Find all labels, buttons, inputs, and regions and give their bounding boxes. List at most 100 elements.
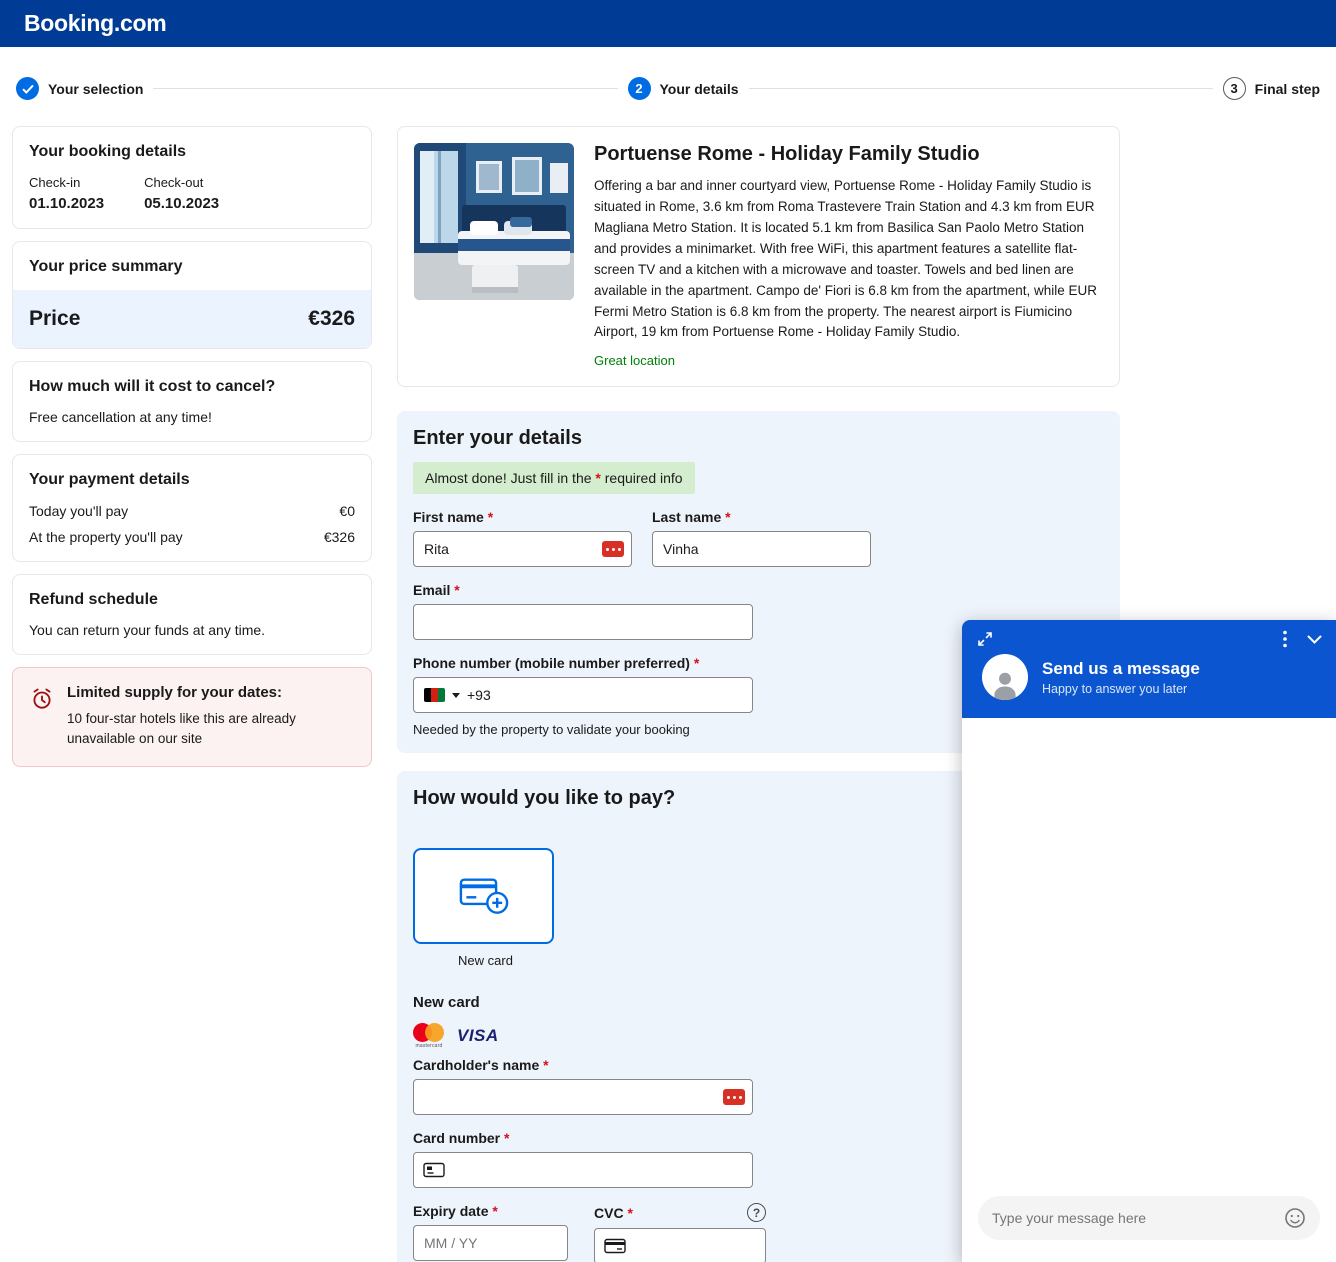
cvc-label-row: CVC * ? [594,1203,766,1222]
expiry-date-input[interactable] [413,1225,568,1261]
new-card-option[interactable] [413,848,554,944]
cvc-input-wrap [594,1228,766,1262]
stepper-divider [153,88,617,89]
expiry-field: Expiry date * [413,1203,568,1262]
price-label: Price [29,307,80,331]
banner-text-prefix: Almost done! Just fill in the [425,470,595,486]
required-star: * [504,1130,509,1146]
step-2-label: Your details [660,81,739,97]
autofill-icon[interactable] [723,1089,745,1105]
step-1-label: Your selection [48,81,143,97]
emoji-icon[interactable] [1284,1207,1306,1229]
property-title: Portuense Rome - Holiday Family Studio [594,143,1103,166]
payment-rows: Today you'll pay €0 At the property you'… [29,503,355,545]
property-pay-label: At the property you'll pay [29,529,183,545]
last-name-label-text: Last name [652,509,721,525]
chat-header-main: Send us a message Happy to answer you la… [976,654,1322,700]
cancellation-card: How much will it cost to cancel? Free ca… [12,361,372,442]
last-name-input[interactable] [652,531,871,567]
phone-label-text: Phone number (mobile number preferred) [413,655,690,671]
property-card: Portuense Rome - Holiday Family Studio O… [397,126,1120,387]
name-fields-row: First name * Last name * [413,494,1104,567]
required-star: * [488,509,493,525]
step-3-label: Final step [1255,81,1320,97]
first-name-label-text: First name [413,509,484,525]
required-star: * [725,509,730,525]
cvc-help-icon[interactable]: ? [747,1203,766,1222]
limited-supply-content: Limited supply for your dates: 10 four-s… [67,684,312,750]
cvc-field: CVC * ? [594,1203,766,1262]
property-pay-value: €326 [324,529,355,545]
checkout-stepper: Your selection 2 Your details 3 Final st… [0,47,1336,100]
first-name-input[interactable] [413,531,632,567]
chat-header-controls [976,630,1322,648]
enter-details-title: Enter your details [413,427,1104,450]
step-3-number: 3 [1223,77,1246,100]
chat-widget: Send us a message Happy to answer you la… [962,620,1336,1262]
property-info: Portuense Rome - Holiday Family Studio O… [594,143,1103,370]
step-your-details[interactable]: 2 Your details [628,77,739,100]
limited-supply-card: Limited supply for your dates: 10 four-s… [12,667,372,767]
email-field: Email * [413,582,753,640]
great-location-link[interactable]: Great location [594,353,675,368]
booking-logo[interactable]: Booking.com [24,10,166,37]
chat-subtitle: Happy to answer you later [1042,682,1200,696]
first-name-label: First name * [413,509,632,525]
card-number-field: Card number * [413,1130,753,1188]
email-input[interactable] [413,604,753,640]
property-photo[interactable] [414,143,574,300]
limited-supply-text: 10 four-star hotels like this are alread… [67,709,312,750]
first-name-field: First name * [413,509,632,567]
visa-icon: VISA [457,1026,499,1046]
required-star: * [454,582,459,598]
price-value: €326 [308,307,355,331]
chat-message-input[interactable] [992,1210,1276,1226]
price-summary-title: Your price summary [29,258,355,276]
stepper-divider [749,88,1213,89]
card-number-label-text: Card number [413,1130,500,1146]
cardholder-input-wrap [413,1079,753,1115]
checkin-block: Check-in 01.10.2023 [29,175,104,212]
card-number-input[interactable] [413,1152,753,1188]
mastercard-label: mastercard [415,1043,442,1049]
phone-input[interactable]: +93 [413,677,753,713]
required-star: * [627,1205,632,1221]
cardholder-label-text: Cardholder's name [413,1057,539,1073]
last-name-label: Last name * [652,509,871,525]
price-row: Price €326 [13,290,371,348]
required-star: * [694,655,699,671]
email-label: Email * [413,582,753,598]
email-label-text: Email [413,582,450,598]
card-number-input-wrap [413,1152,753,1188]
property-description: Offering a bar and inner courtyard view,… [594,176,1103,343]
booking-dates: Check-in 01.10.2023 Check-out 05.10.2023 [29,175,355,212]
refund-schedule-title: Refund schedule [29,591,355,609]
checkout-date: 05.10.2023 [144,195,219,212]
chat-expand-icon[interactable] [976,630,994,648]
cvc-label-text: CVC [594,1205,624,1221]
step-final-step[interactable]: 3 Final step [1223,77,1320,100]
country-flag-icon [424,688,445,702]
cardholder-label: Cardholder's name * [413,1057,753,1073]
last-name-field: Last name * [652,509,871,567]
refund-schedule-card: Refund schedule You can return your fund… [12,574,372,655]
cardholder-name-input[interactable] [413,1079,753,1115]
chat-message-area [962,718,1336,1184]
chat-header: Send us a message Happy to answer you la… [962,620,1336,718]
checkout-page: Booking.com Your selection 2 Your detail… [0,0,1336,1262]
almost-done-banner: Almost done! Just fill in the * required… [413,462,695,494]
chat-input-container [978,1196,1320,1240]
chat-title: Send us a message [1042,659,1200,679]
mastercard-icon: mastercard [413,1023,445,1049]
step-your-selection[interactable]: Your selection [16,77,143,100]
chat-menu-icon[interactable] [1283,630,1287,648]
card-back-icon [604,1238,626,1254]
cancellation-title: How much will it cost to cancel? [29,378,355,396]
agent-avatar [982,654,1028,700]
chat-minimize-icon[interactable] [1307,635,1322,644]
first-name-input-wrap [413,531,632,567]
alarm-clock-icon [29,686,55,750]
cancellation-text: Free cancellation at any time! [29,409,355,425]
autofill-icon[interactable] [602,541,624,557]
required-star: * [492,1203,497,1219]
